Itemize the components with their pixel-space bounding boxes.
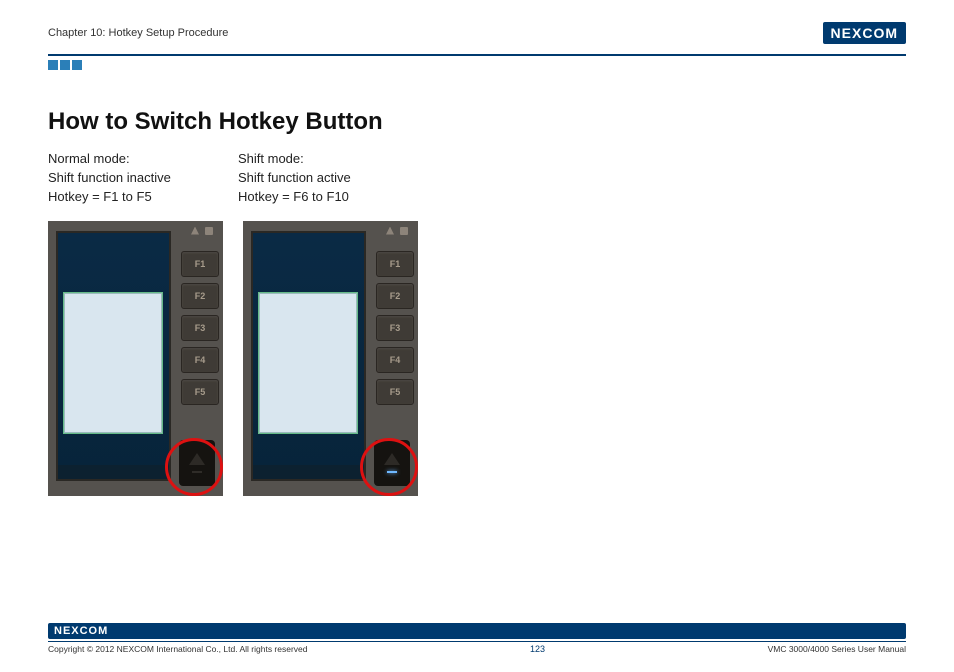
arrow-up-icon [384,453,400,465]
hotkey-button: F5 [181,379,219,405]
device-photo-shift: F1 F2 F3 F4 F5 [243,221,418,496]
led-on-icon [387,471,397,473]
mode-name: Shift mode: [238,150,428,169]
mode-line: Hotkey = F1 to F5 [48,188,238,207]
shift-button-off [179,440,215,486]
mode-line: Shift function active [238,169,428,188]
mode-line: Hotkey = F6 to F10 [238,188,428,207]
copyright-text: Copyright © 2012 NEXCOM International Co… [48,644,308,654]
hotkey-button: F1 [376,251,414,277]
mode-normal: Normal mode: Shift function inactive Hot… [48,150,238,207]
header-rule [48,54,906,56]
hotkey-button: F2 [181,283,219,309]
arrow-up-icon [189,453,205,465]
brand-logo-bottom: NEXCOM [48,623,906,639]
led-off-icon [192,471,202,473]
page-number: 123 [530,644,545,654]
device-photo-normal: F1 F2 F3 F4 F5 [48,221,223,496]
hotkey-button: F4 [376,347,414,373]
brand-logo-top: NEXCOM [823,22,906,44]
hotkey-button: F1 [181,251,219,277]
brand-text: NEXCOM [831,25,898,41]
hotkey-button: F3 [376,315,414,341]
page-title: How to Switch Hotkey Button [48,108,906,136]
hotkey-button: F5 [376,379,414,405]
shift-button-on [374,440,410,486]
hotkey-button: F2 [376,283,414,309]
mode-shift: Shift mode: Shift function active Hotkey… [238,150,428,207]
mode-name: Normal mode: [48,150,238,169]
manual-name: VMC 3000/4000 Series User Manual [768,644,906,654]
decorative-squares [48,60,906,70]
chapter-label: Chapter 10: Hotkey Setup Procedure [48,27,228,39]
hotkey-button: F3 [181,315,219,341]
hotkey-button: F4 [181,347,219,373]
brand-text: NEXCOM [54,625,108,637]
mode-line: Shift function inactive [48,169,238,188]
footer-rule [48,641,906,642]
